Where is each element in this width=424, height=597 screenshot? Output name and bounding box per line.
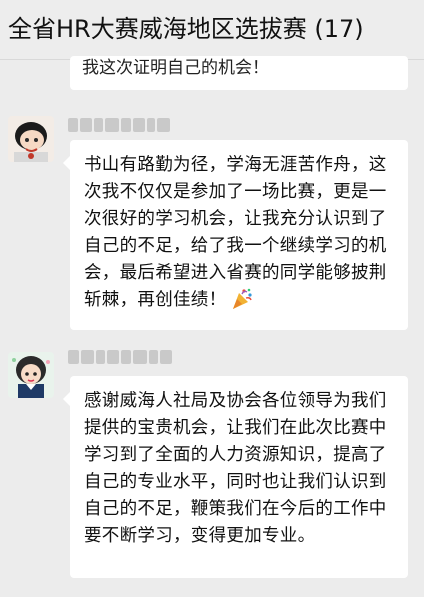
message-bubble[interactable]: 书山有路勤为径，学海无涯苦作舟，这次我不仅仅是参加了一场比赛，更是一次很好的学习… — [63, 140, 408, 330]
avatar-sender-1[interactable] — [8, 116, 54, 162]
message-text: 我这次证明自己的机会！ — [82, 58, 269, 78]
chat-title-bar: 全省HR大赛威海地区选拔赛 (17) — [0, 0, 424, 60]
cartoon-avatar-icon — [8, 116, 54, 162]
message-text: 感谢威海人社局及协会各位领导为我们提供的宝贵机会，让我们在此次比赛中学习到了全面… — [84, 391, 387, 546]
message-bubble[interactable]: 感谢威海人社局及协会各位领导为我们提供的宝贵机会，让我们在此次比赛中学习到了全面… — [63, 376, 408, 578]
chat-message-list[interactable]: 我这次证明自己的机会！ 书山有路勤为径，学海无涯苦作舟，这次我不仅仅是参加了一场… — [0, 56, 424, 597]
message-bubble-partial[interactable]: 我这次证明自己的机会！ — [70, 56, 408, 90]
avatar-sender-2[interactable] — [8, 352, 54, 398]
group-chat-title: 全省HR大赛威海地区选拔赛 (17) — [8, 15, 364, 43]
cartoon-girl-avatar-icon — [8, 352, 54, 398]
party-popper-icon — [230, 287, 254, 320]
sender-name-blurred — [68, 118, 170, 132]
sender-name-blurred — [68, 350, 172, 364]
